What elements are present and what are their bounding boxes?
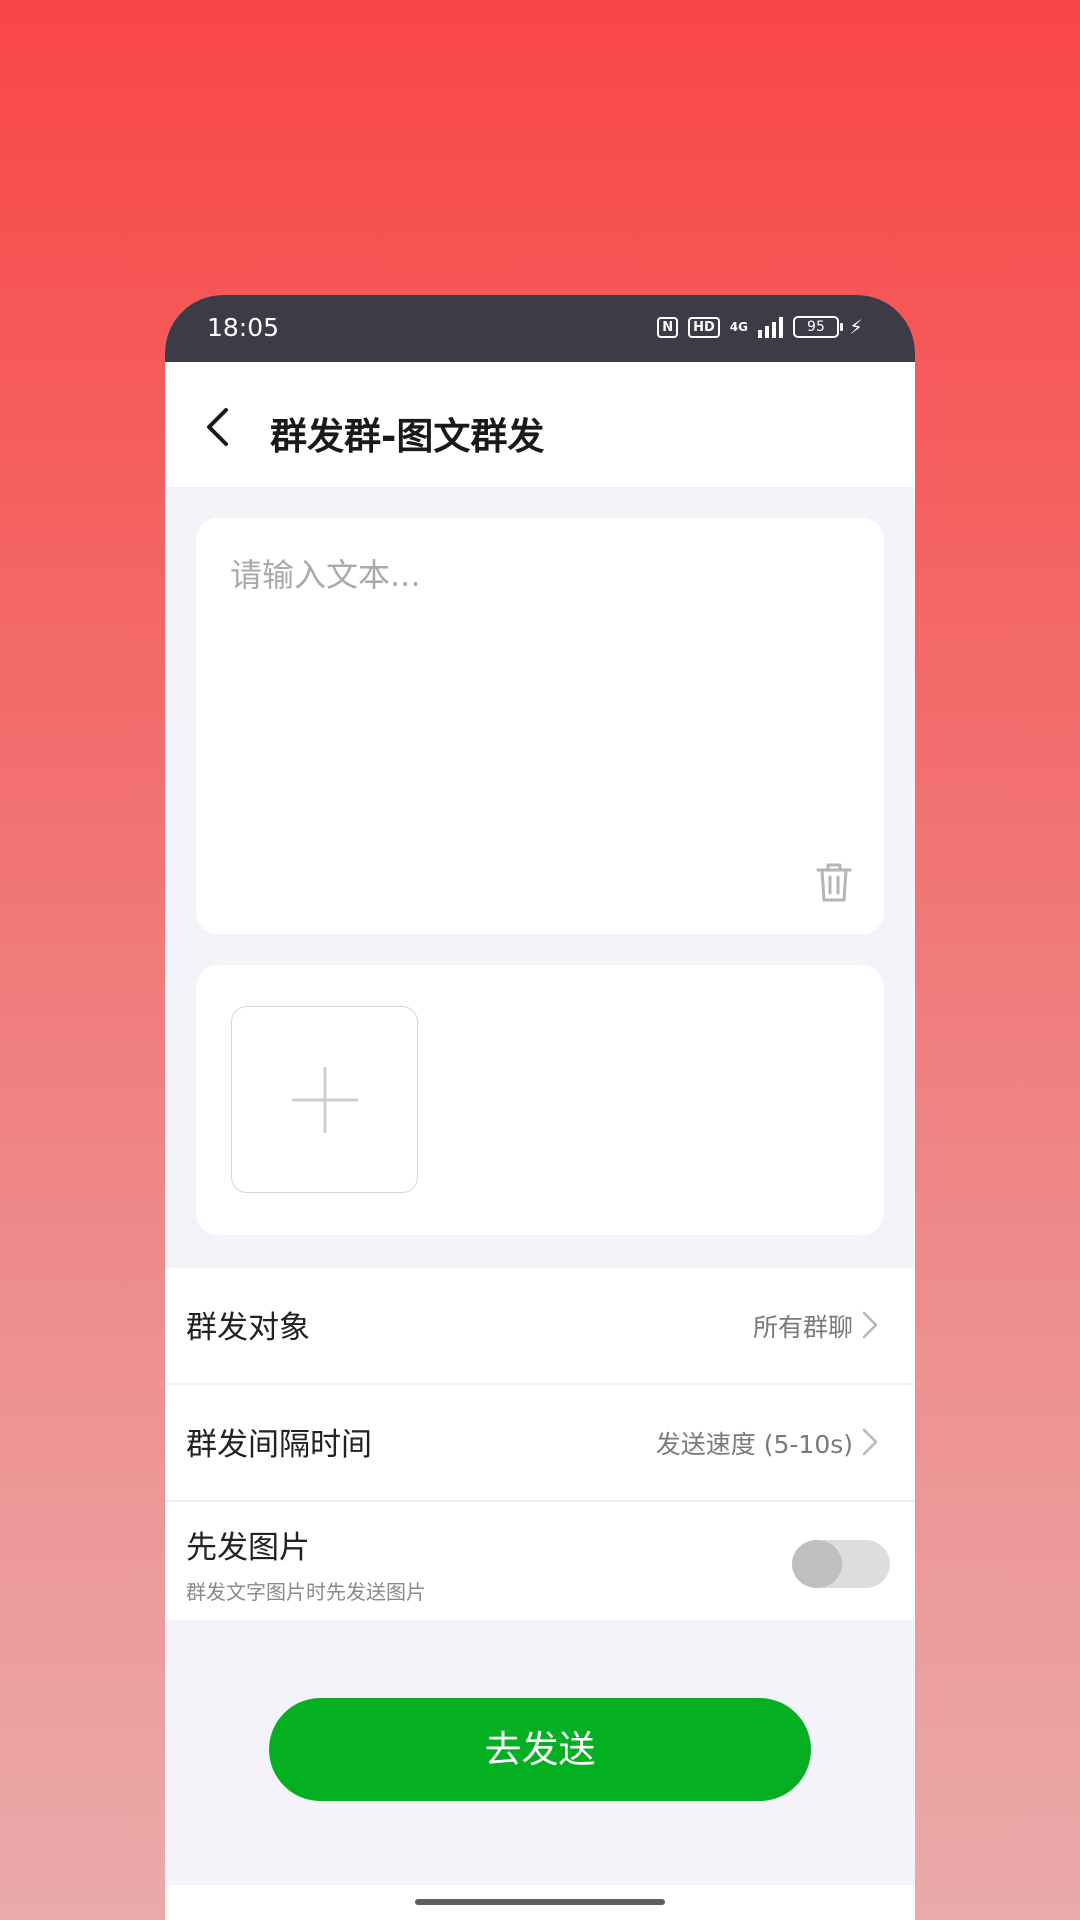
send-button[interactable]: 去发送: [269, 1698, 811, 1801]
status-icons: N HD 4G 95 ⚡: [657, 312, 863, 342]
send-target-value: 所有群聊: [752, 1313, 853, 1342]
plus-icon: [292, 1067, 358, 1133]
network-type-label: 4G: [729, 320, 748, 334]
send-target-label: 群发对象: [186, 1310, 310, 1346]
add-image-button[interactable]: [231, 1006, 418, 1193]
bottom-bar: [165, 1885, 915, 1920]
back-button[interactable]: [195, 402, 245, 452]
app-bar: 群发群-图文群发: [165, 362, 915, 487]
chevron-right-icon: [862, 1428, 878, 1456]
image-first-description: 群发文字图片时先发送图片: [186, 1580, 426, 1604]
send-interval-label: 群发间隔时间: [186, 1427, 372, 1463]
home-indicator[interactable]: [415, 1899, 665, 1905]
status-bar: 18:05 N HD 4G 95 ⚡: [165, 295, 915, 362]
text-card: [196, 518, 884, 934]
phone-frame: 18:05 N HD 4G 95 ⚡ 群发群-图文群发 请输入文本... 群发对…: [165, 295, 915, 1920]
image-card: [196, 965, 884, 1235]
signal-icon: [757, 316, 783, 338]
image-first-toggle[interactable]: [792, 1540, 890, 1588]
trash-icon: [816, 863, 852, 902]
nfc-icon: N: [657, 316, 679, 338]
battery-icon: 95: [792, 316, 843, 338]
hd-icon: HD: [688, 316, 720, 338]
row-image-first: 先发图片 群发文字图片时先发送图片: [165, 1502, 915, 1620]
charging-icon: ⚡: [848, 315, 863, 339]
row-send-target[interactable]: 群发对象 所有群聊: [165, 1268, 915, 1383]
chevron-right-icon: [862, 1311, 878, 1339]
toggle-knob: [792, 1540, 842, 1588]
row-send-interval[interactable]: 群发间隔时间 发送速度 (5-10s): [165, 1385, 915, 1500]
page-title: 群发群-图文群发: [270, 415, 545, 458]
chevron-left-icon: [207, 408, 228, 446]
message-text-input[interactable]: [228, 548, 852, 852]
clear-text-button[interactable]: [814, 860, 854, 904]
image-first-label: 先发图片: [186, 1530, 310, 1566]
send-interval-value: 发送速度 (5-10s): [655, 1430, 853, 1459]
status-time: 18:05: [207, 313, 280, 342]
